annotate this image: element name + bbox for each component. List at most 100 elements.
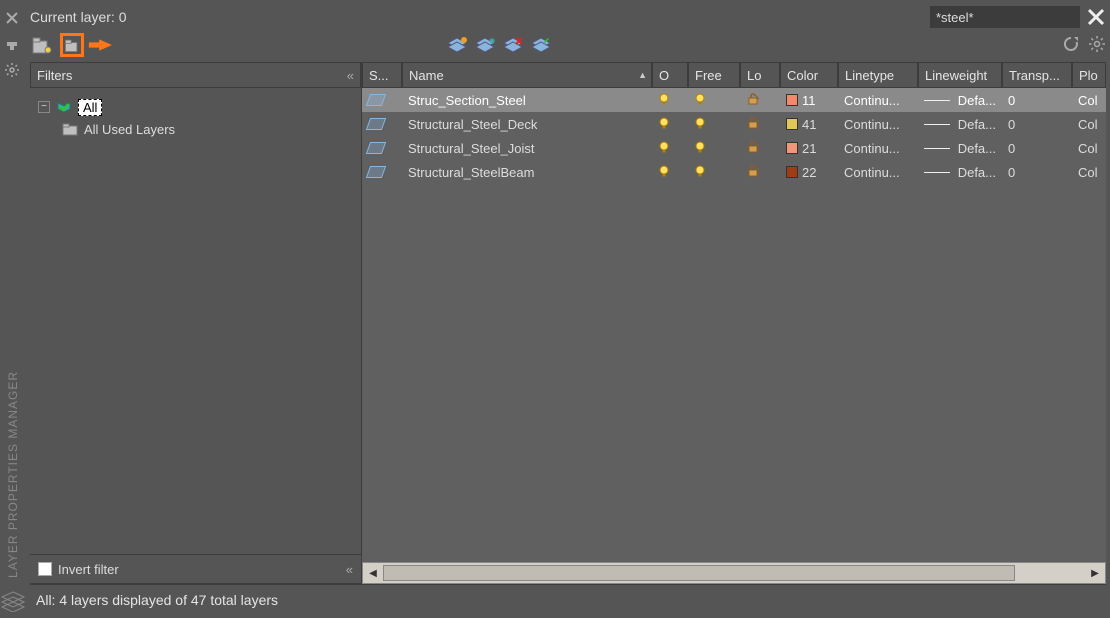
cell-name[interactable]: Struc_Section_Steel (402, 93, 652, 108)
th-lock[interactable]: Lo (740, 62, 780, 88)
cell-on[interactable] (652, 93, 688, 108)
cell-color[interactable]: 11 (780, 93, 838, 108)
layer-stack-icon (0, 590, 26, 612)
cell-transparency[interactable]: 0 (1002, 117, 1072, 132)
th-linetype[interactable]: Linetype (838, 62, 918, 88)
cell-name[interactable]: Structural_SteelBeam (402, 165, 652, 180)
cell-plot[interactable]: Col (1072, 165, 1106, 180)
tree-item-used[interactable]: All Used Layers (84, 122, 175, 137)
cell-color[interactable]: 21 (780, 141, 838, 156)
filter-check-icon (56, 99, 72, 115)
table-row[interactable]: Structural_Steel_Joist 21Continu...Defa..… (362, 136, 1106, 160)
lock-open-icon (746, 117, 760, 132)
settings-icon[interactable] (1088, 35, 1106, 56)
scroll-right-icon[interactable]: ▶ (1085, 563, 1105, 583)
cell-freeze[interactable] (688, 117, 740, 132)
cell-lock[interactable] (740, 141, 780, 156)
cell-freeze[interactable] (688, 141, 740, 156)
cell-linetype[interactable]: Continu... (838, 93, 918, 108)
layer-states-manager-icon[interactable] (88, 33, 112, 57)
table-row[interactable]: Structural_SteelBeam 22Continu...Defa...0… (362, 160, 1106, 184)
cell-plot[interactable]: Col (1072, 93, 1106, 108)
th-on[interactable]: O (652, 62, 688, 88)
scroll-thumb[interactable] (383, 565, 1015, 581)
th-lineweight[interactable]: Lineweight (918, 62, 1002, 88)
lock-open-icon (746, 165, 760, 180)
bulb-on-icon (658, 93, 670, 108)
collapse-invert-icon[interactable]: « (346, 562, 353, 577)
table-row[interactable]: Structural_Steel_Deck 41Continu...Defa...… (362, 112, 1106, 136)
new-group-filter-icon[interactable] (60, 33, 84, 57)
color-swatch (786, 142, 798, 154)
cell-lineweight[interactable]: Defa... (918, 117, 1002, 132)
settings-rail-icon[interactable] (4, 62, 22, 80)
clear-search-icon[interactable] (1086, 7, 1106, 27)
cell-lock[interactable] (740, 117, 780, 132)
sun-icon (694, 117, 706, 132)
close-panel-icon[interactable] (4, 10, 22, 28)
new-layer-icon[interactable] (446, 36, 468, 54)
cell-freeze[interactable] (688, 165, 740, 180)
pin-icon[interactable] (4, 36, 22, 54)
tree-item-all[interactable]: All (78, 99, 102, 116)
th-plot[interactable]: Plo (1072, 62, 1106, 88)
cell-on[interactable] (652, 117, 688, 132)
lock-open-icon (746, 141, 760, 156)
th-color[interactable]: Color (780, 62, 838, 88)
cell-on[interactable] (652, 141, 688, 156)
cell-color[interactable]: 22 (780, 165, 838, 180)
invert-filter-label: Invert filter (58, 562, 119, 577)
cell-lock[interactable] (740, 165, 780, 180)
cell-linetype[interactable]: Continu... (838, 117, 918, 132)
th-name[interactable]: Name▲ (402, 62, 652, 88)
horizontal-scrollbar[interactable]: ◀ ▶ (362, 562, 1106, 584)
status-text: All: 4 layers displayed of 47 total laye… (36, 592, 278, 608)
cell-freeze[interactable] (688, 93, 740, 108)
bulb-on-icon (658, 141, 670, 156)
bulb-on-icon (658, 117, 670, 132)
new-property-filter-icon[interactable] (30, 33, 54, 57)
sort-indicator-icon: ▲ (638, 70, 647, 80)
invert-filter-checkbox[interactable] (38, 562, 52, 576)
lineweight-sample (924, 124, 950, 125)
color-swatch (786, 94, 798, 106)
cell-color[interactable]: 41 (780, 117, 838, 132)
cell-name[interactable]: Structural_Steel_Deck (402, 117, 652, 132)
lock-open-icon (746, 93, 760, 108)
cell-linetype[interactable]: Continu... (838, 165, 918, 180)
table-row[interactable]: Struc_Section_Steel 11Continu...Defa...0C… (362, 88, 1106, 112)
th-freeze[interactable]: Free (688, 62, 740, 88)
layer-status-icon (366, 142, 386, 154)
cell-lineweight[interactable]: Defa... (918, 93, 1002, 108)
cell-lineweight[interactable]: Defa... (918, 165, 1002, 180)
delete-layer-icon[interactable] (502, 36, 524, 54)
cell-lock[interactable] (740, 93, 780, 108)
cell-transparency[interactable]: 0 (1002, 165, 1072, 180)
refresh-icon[interactable] (1062, 35, 1080, 56)
cell-on[interactable] (652, 165, 688, 180)
cell-linetype[interactable]: Continu... (838, 141, 918, 156)
tree-collapse-toggle[interactable]: − (38, 101, 50, 113)
bulb-on-icon (658, 165, 670, 180)
lineweight-sample (924, 100, 950, 101)
scroll-left-icon[interactable]: ◀ (363, 563, 383, 583)
collapse-filters-icon[interactable]: « (347, 68, 354, 83)
cell-name[interactable]: Structural_Steel_Joist (402, 141, 652, 156)
cell-transparency[interactable]: 0 (1002, 93, 1072, 108)
table-body: Struc_Section_Steel11Continu...Defa...0C… (362, 88, 1106, 562)
th-status[interactable]: S... (362, 62, 402, 88)
new-layer-freeze-icon[interactable] (474, 36, 496, 54)
cell-plot[interactable]: Col (1072, 117, 1106, 132)
set-current-layer-icon[interactable] (530, 36, 552, 54)
cell-plot[interactable]: Col (1072, 141, 1106, 156)
folder-icon (62, 122, 78, 136)
cell-transparency[interactable]: 0 (1002, 141, 1072, 156)
sun-icon (694, 93, 706, 108)
layer-status-icon (366, 118, 386, 130)
search-input[interactable] (930, 6, 1080, 28)
lineweight-sample (924, 148, 950, 149)
layer-status-icon (366, 94, 386, 106)
th-transparency[interactable]: Transp... (1002, 62, 1072, 88)
cell-lineweight[interactable]: Defa... (918, 141, 1002, 156)
color-swatch (786, 118, 798, 130)
